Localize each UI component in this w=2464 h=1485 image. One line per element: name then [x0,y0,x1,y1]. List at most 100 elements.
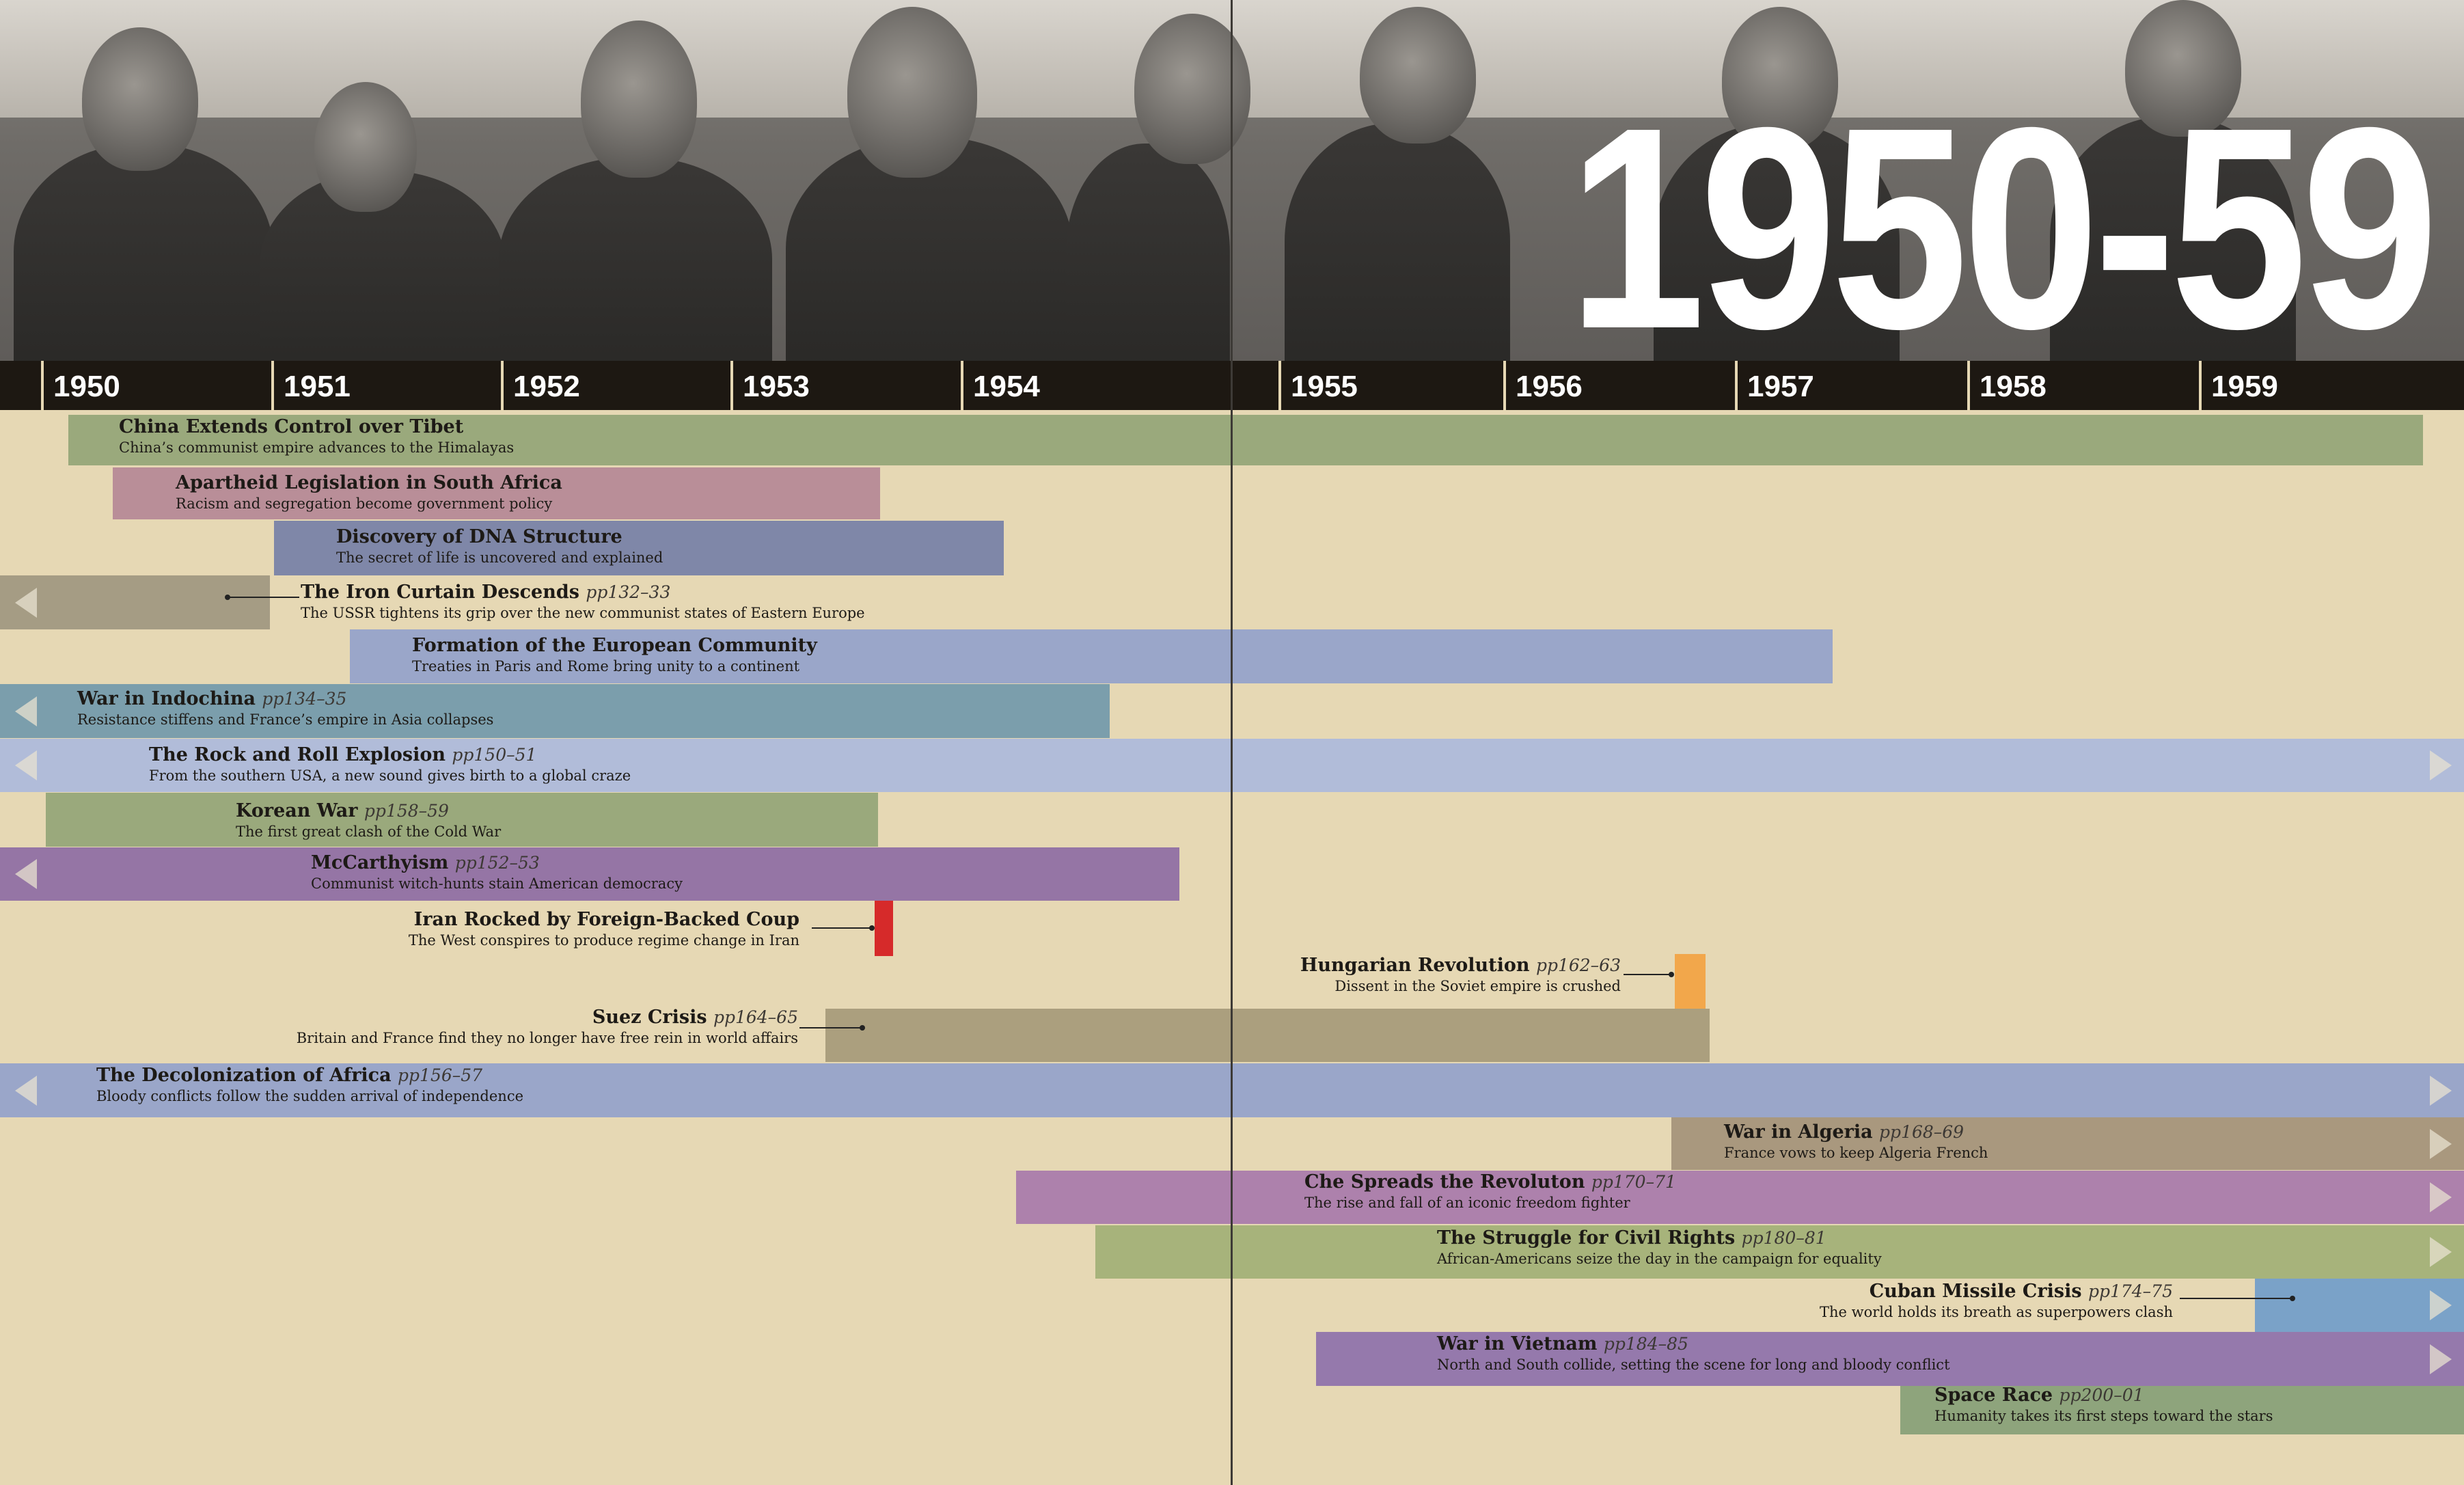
event-subtitle: The world holds its breath as superpower… [1819,1304,2173,1320]
event-title: Iran Rocked by Foreign-Backed Coup [409,909,799,931]
year-label-1953: 1953 [730,361,960,410]
event-pages: pp152–53 [454,853,540,873]
leader-dot [1669,972,1674,977]
arrow-right-icon[interactable] [2430,750,2452,780]
event-subtitle: China’s communist empire advances to the… [119,439,515,456]
arrow-right-icon[interactable] [2430,1128,2452,1159]
leader-dot [225,595,230,600]
year-label-1952: 1952 [501,361,730,410]
year-label-1951: 1951 [271,361,501,410]
arrow-left-icon[interactable] [15,750,37,780]
event-label: McCarthyism pp152–53 Communist witch-hunt… [311,852,683,893]
arrow-right-icon[interactable] [2430,1344,2452,1374]
event-label: Apartheid Legislation in South Africa Rac… [176,472,562,513]
arrow-left-icon[interactable] [15,859,37,889]
leader-line [228,597,299,598]
event-pages: pp180–81 [1741,1228,1826,1248]
event-title-text: China Extends Control over Tibet [119,416,464,437]
event-title-text: Che Spreads the Revoluton [1304,1171,1585,1193]
event-pages: pp174–75 [2087,1281,2173,1301]
event-subtitle: Dissent in the Soviet empire is crushed [1334,978,1621,994]
event-bar[interactable] [1016,1171,2464,1224]
event-label: The Iron Curtain Descends pp132–33 The US… [301,582,865,623]
event-title-text: War in Indochina [77,688,256,709]
event-title: The Struggle for Civil Rights pp180–81 [1437,1227,1882,1249]
event-pages: pp162–63 [1535,955,1621,975]
event-title-text: Suez Crisis [592,1007,707,1028]
event-pages: pp158–59 [364,801,449,821]
event-label: Hungarian Revolution pp162–63 Dissent in … [1300,955,1621,996]
event-title-text: War in Algeria [1724,1121,1873,1143]
event-label: China Extends Control over Tibet China’s … [119,416,514,457]
event-title: The Iron Curtain Descends pp132–33 [301,582,865,603]
event-subtitle: From the southern USA, a new sound gives… [149,767,631,784]
arrow-left-icon[interactable] [15,587,37,618]
event-title-text: The Iron Curtain Descends [301,582,579,603]
event-subtitle: African-Americans seize the day in the c… [1437,1251,1882,1267]
arrow-right-icon[interactable] [2430,1237,2452,1267]
event-title-text: Discovery of DNA Structure [336,526,622,547]
event-title: War in Indochina pp134–35 [77,688,493,710]
arrow-right-icon[interactable] [2430,1182,2452,1212]
event-subtitle: Racism and segregation become government… [176,495,553,512]
year-label-1958: 1958 [1967,361,2197,410]
event-label: Formation of the European Community Treat… [412,635,817,676]
event-title: China Extends Control over Tibet [119,416,514,438]
year-label-1950: 1950 [41,361,271,410]
year-label-1959: 1959 [2199,361,2459,410]
event-label: Space Race pp200–01 Humanity takes its fi… [1934,1385,2273,1426]
event-bar[interactable] [875,901,893,956]
event-bar[interactable] [0,575,270,629]
event-label: The Rock and Roll Explosion pp150–51 From… [149,744,631,785]
event-pages: pp134–35 [262,689,347,709]
event-title: McCarthyism pp152–53 [311,852,683,874]
event-title: The Rock and Roll Explosion pp150–51 [149,744,631,766]
event-label: Korean War pp158–59 The first great clash… [236,800,501,841]
year-label-1957: 1957 [1735,361,1965,410]
event-title-text: Space Race [1934,1385,2053,1406]
event-pages: pp156–57 [398,1065,483,1085]
event-subtitle: The West conspires to produce regime cha… [408,932,799,949]
event-subtitle: Humanity takes its first steps toward th… [1934,1408,2273,1424]
event-bar[interactable] [825,1009,1710,1062]
year-label-1954: 1954 [961,361,1190,410]
event-title: War in Algeria pp168–69 [1724,1121,1988,1143]
event-subtitle: Britain and France find they no longer h… [296,1030,798,1046]
arrow-right-icon[interactable] [2430,1290,2452,1320]
event-pages: pp150–51 [452,745,537,765]
event-title-text: McCarthyism [311,852,449,873]
event-label: Discovery of DNA Structure The secret of … [336,526,663,567]
event-title: Suez Crisis pp164–65 [297,1007,798,1028]
arrow-left-icon[interactable] [15,696,37,726]
timeline-spread: 1950-59 1950 1951 1952 1953 1954 1955 1956 1957… [0,0,2464,1485]
event-label: Che Spreads the Revoluton pp170–71 The ri… [1304,1171,1676,1212]
event-subtitle: The secret of life is uncovered and expl… [336,549,663,566]
event-label: Iran Rocked by Foreign-Backed Coup The We… [409,909,799,950]
event-subtitle: The first great clash of the Cold War [236,823,502,840]
event-title-text: The Decolonization of Africa [96,1065,392,1086]
event-title-text: Korean War [236,800,358,821]
event-pages: pp170–71 [1591,1172,1676,1192]
event-label: War in Algeria pp168–69 France vows to ke… [1724,1121,1988,1162]
leader-line [2180,1298,2292,1299]
event-title: Che Spreads the Revoluton pp170–71 [1304,1171,1676,1193]
event-bar[interactable] [1675,954,1706,1009]
event-subtitle: The USSR tightens its grip over the new … [301,605,865,621]
event-subtitle: Treaties in Paris and Rome bring unity t… [412,658,800,675]
event-title-text: Cuban Missile Crisis [1869,1281,2082,1302]
arrow-right-icon[interactable] [2430,1075,2452,1106]
event-title-text: Formation of the European Community [412,635,817,656]
event-pages: pp164–65 [713,1007,798,1027]
arrow-left-icon[interactable] [15,1075,37,1106]
event-title: War in Vietnam pp184–85 [1437,1333,1950,1355]
leader-dot [2290,1296,2295,1301]
leader-dot [860,1025,865,1031]
event-label: War in Vietnam pp184–85 North and South c… [1437,1333,1950,1374]
leader-line [799,1027,862,1028]
event-title: Korean War pp158–59 [236,800,501,822]
event-subtitle: The rise and fall of an iconic freedom f… [1304,1195,1630,1211]
event-pages: pp184–85 [1603,1334,1688,1354]
year-label-1956: 1956 [1503,361,1733,410]
event-title-text: Iran Rocked by Foreign-Backed Coup [413,909,799,930]
event-title-text: War in Vietnam [1437,1333,1598,1354]
